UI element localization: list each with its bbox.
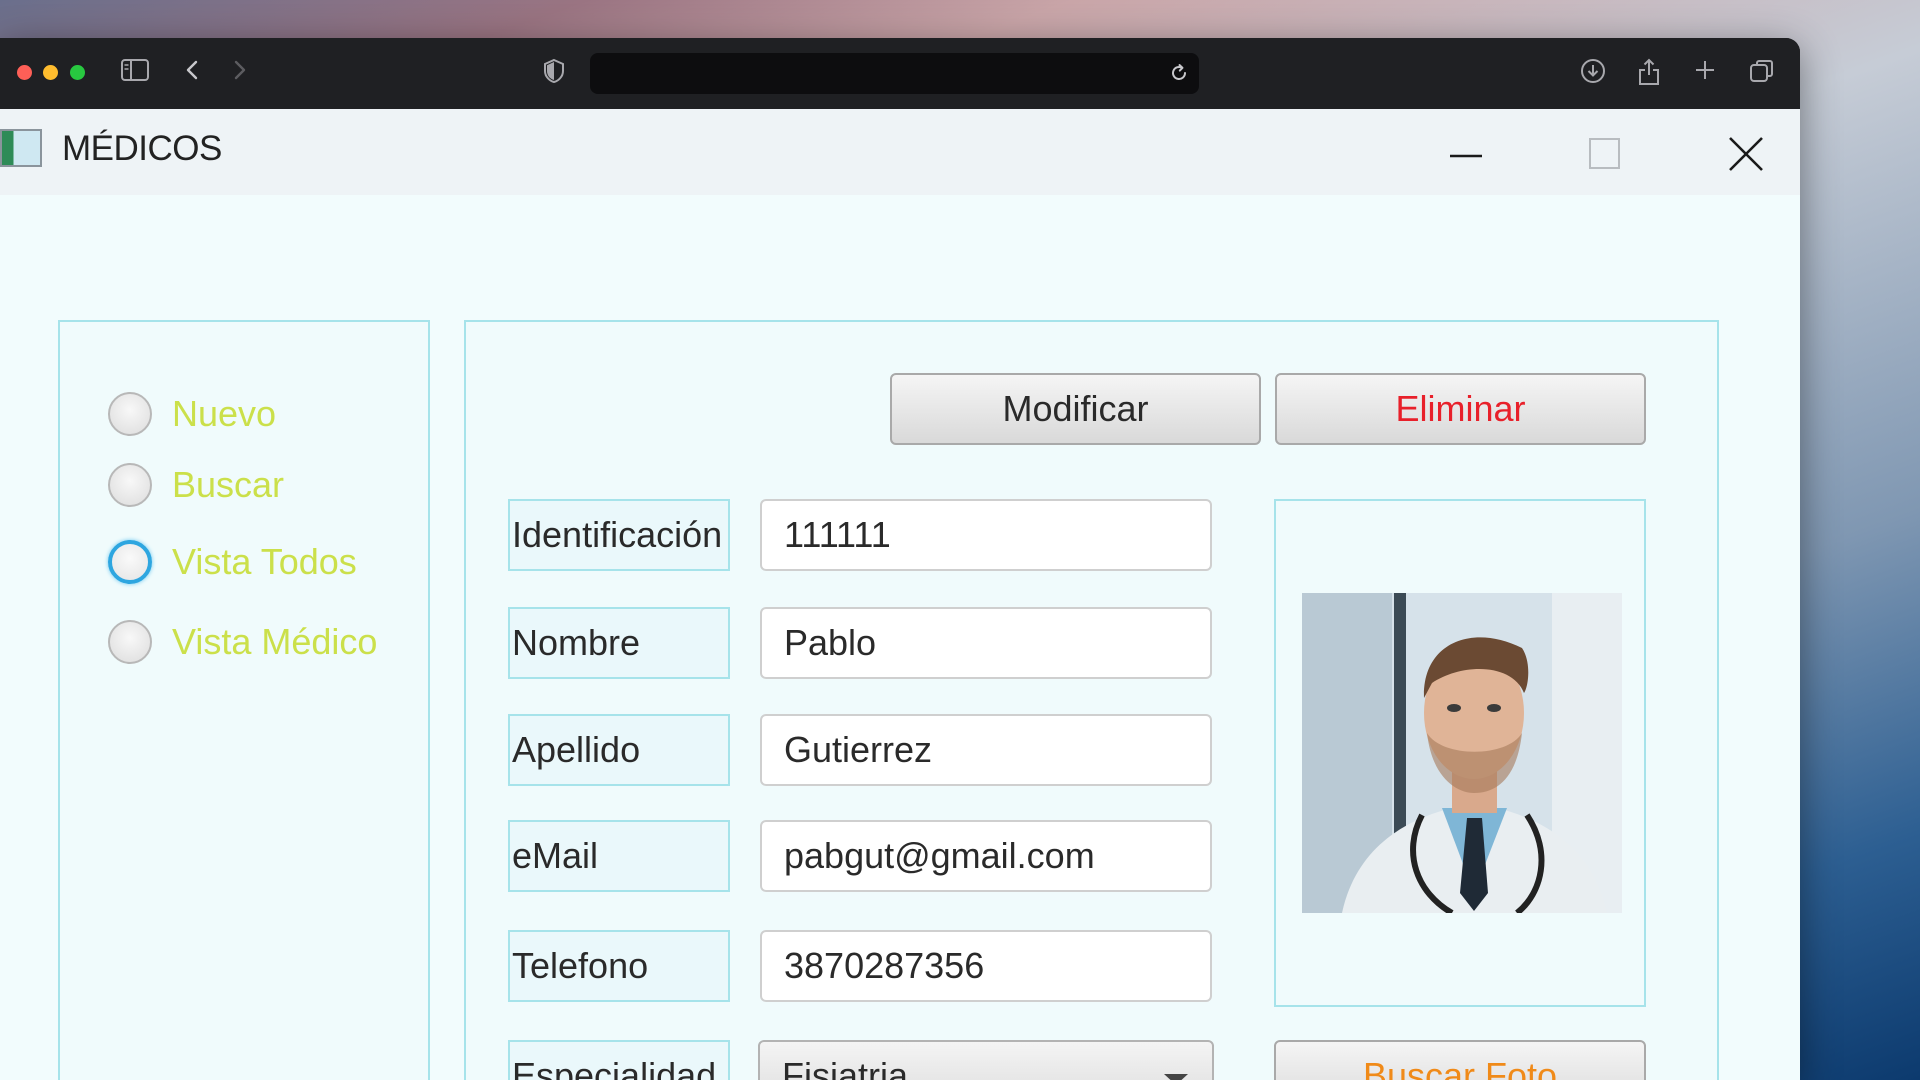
download-icon[interactable] xyxy=(1578,58,1608,88)
find-photo-button[interactable]: Buscar Foto xyxy=(1274,1040,1646,1080)
option-nuevo[interactable]: Nuevo xyxy=(108,389,276,439)
chevron-down-icon xyxy=(1164,1074,1188,1080)
zoom-window-dot[interactable] xyxy=(70,65,85,80)
email-input[interactable] xyxy=(760,820,1212,892)
surname-label: Apellido xyxy=(508,714,730,786)
doctor-photo xyxy=(1302,593,1622,913)
tabs-icon[interactable] xyxy=(1747,58,1777,88)
option-label: Buscar xyxy=(172,464,285,505)
option-vista-medico[interactable]: Vista Médico xyxy=(108,617,377,667)
app-icon xyxy=(0,129,42,167)
maximize-icon[interactable] xyxy=(1580,127,1630,177)
sidebar-icon[interactable] xyxy=(120,58,150,88)
photo-frame xyxy=(1274,499,1646,1007)
radio-button[interactable] xyxy=(108,463,152,507)
delete-button[interactable]: Eliminar xyxy=(1275,373,1646,445)
specialty-select[interactable]: Fisiatria xyxy=(758,1040,1214,1080)
shield-icon[interactable] xyxy=(539,58,569,88)
window-title: MÉDICOS xyxy=(62,129,222,168)
name-label: Nombre xyxy=(508,607,730,679)
specialty-value: Fisiatria xyxy=(782,1055,909,1080)
modify-button[interactable]: Modificar xyxy=(890,373,1261,445)
surname-input[interactable] xyxy=(760,714,1212,786)
id-label: Identificación xyxy=(508,499,730,571)
option-label: Nuevo xyxy=(172,393,277,434)
close-icon[interactable] xyxy=(1721,127,1771,177)
medicos-app-window: MÉDICOS Nuevo Buscar Vista Todos Vista M… xyxy=(0,109,1800,1080)
radio-button[interactable] xyxy=(108,620,152,664)
new-tab-icon[interactable] xyxy=(1690,58,1720,88)
app-titlebar: MÉDICOS xyxy=(0,109,1800,195)
radio-button[interactable] xyxy=(108,540,152,584)
phone-input[interactable] xyxy=(760,930,1212,1002)
specialty-label: Especialidad xyxy=(508,1040,730,1080)
id-input[interactable] xyxy=(760,499,1212,571)
phone-label: Telefono xyxy=(508,930,730,1002)
close-window-dot[interactable] xyxy=(17,65,32,80)
email-label: eMail xyxy=(508,820,730,892)
back-icon[interactable] xyxy=(178,58,208,88)
app-content: Nuevo Buscar Vista Todos Vista Médico Mo… xyxy=(0,195,1800,1080)
browser-window: MÉDICOS Nuevo Buscar Vista Todos Vista M… xyxy=(0,38,1800,1080)
reload-icon[interactable] xyxy=(1167,61,1193,87)
doctor-form-panel: Modificar Eliminar Identificación Nombre… xyxy=(464,320,1719,1080)
option-vista-todos[interactable]: Vista Todos xyxy=(108,537,357,587)
option-buscar[interactable]: Buscar xyxy=(108,460,284,510)
options-panel: Nuevo Buscar Vista Todos Vista Médico xyxy=(58,320,430,1080)
minimize-window-dot[interactable] xyxy=(43,65,58,80)
radio-button[interactable] xyxy=(108,392,152,436)
browser-toolbar xyxy=(0,38,1800,109)
option-label: Vista Todos xyxy=(172,541,357,582)
address-bar[interactable] xyxy=(590,53,1199,94)
option-label: Vista Médico xyxy=(172,621,378,662)
forward-icon[interactable] xyxy=(224,58,254,88)
minimize-icon[interactable] xyxy=(1441,127,1491,177)
name-input[interactable] xyxy=(760,607,1212,679)
share-icon[interactable] xyxy=(1634,58,1664,88)
